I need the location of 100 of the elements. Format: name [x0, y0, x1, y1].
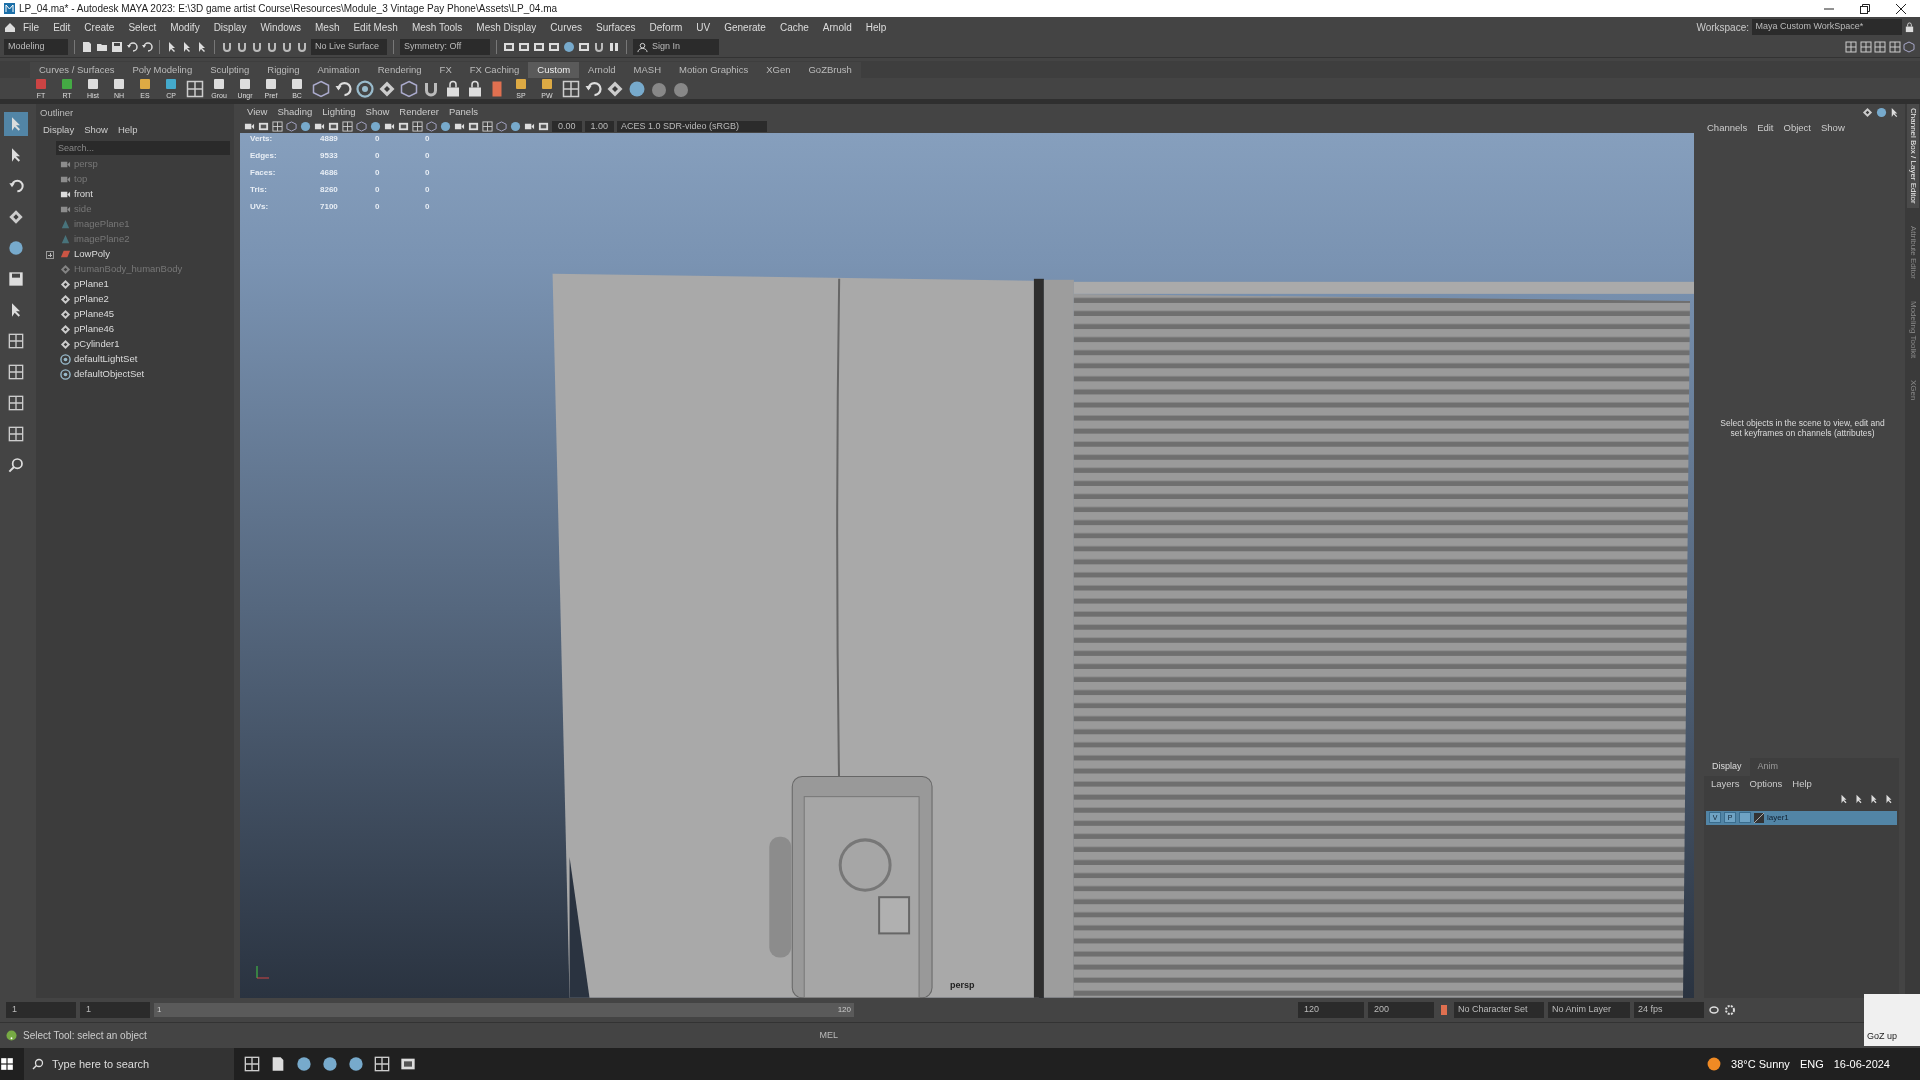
symmetry-dropdown[interactable]: Symmetry: Off: [400, 39, 490, 55]
render-icon[interactable]: [563, 41, 575, 53]
outliner-item[interactable]: LowPoly: [36, 246, 234, 262]
viewport-tool-icon[interactable]: [258, 121, 269, 133]
viewport-tool-icon[interactable]: [426, 121, 437, 133]
viewport-tool-icon[interactable]: [482, 121, 493, 133]
end-frame-field[interactable]: 200: [1368, 1002, 1434, 1018]
search-field[interactable]: Search...: [56, 140, 230, 155]
outliner-item[interactable]: pPlane1: [36, 276, 234, 292]
menu-item[interactable]: Options: [1744, 775, 1788, 792]
anim-layer-dropdown[interactable]: No Anim Layer: [1548, 1002, 1630, 1018]
outliner-item[interactable]: defaultLightSet: [36, 351, 234, 367]
expand-icon[interactable]: [46, 250, 54, 259]
layer-action-icon[interactable]: [1884, 794, 1894, 805]
tool-icon[interactable]: [444, 79, 462, 98]
menu-item[interactable]: Panels: [443, 104, 483, 121]
move-tool-icon[interactable]: [8, 209, 24, 225]
mode-dropdown[interactable]: Modeling: [4, 39, 68, 55]
viewport-tool-icon[interactable]: [496, 121, 507, 133]
viewport-tool-icon[interactable]: [328, 121, 339, 133]
menu-item[interactable]: Object: [1778, 120, 1816, 137]
shelf-tab[interactable]: FX: [430, 61, 461, 78]
outliner-item[interactable]: pPlane45: [36, 306, 234, 322]
redo-icon[interactable]: [141, 41, 153, 53]
tool-icon[interactable]: [466, 79, 484, 98]
menu-item[interactable]: View: [242, 104, 273, 121]
viewport-tool-icon[interactable]: [356, 121, 367, 133]
menu-item[interactable]: Edit Mesh: [346, 19, 405, 35]
menu-item[interactable]: Arnold: [815, 19, 859, 35]
menu-item[interactable]: Cache: [772, 19, 816, 35]
range-end-field[interactable]: 120: [1298, 1002, 1364, 1018]
tool-icon[interactable]: [584, 79, 602, 98]
viewport-tool-icon[interactable]: [398, 121, 409, 133]
viewport-tool-icon[interactable]: [272, 121, 283, 133]
taskbar-app-icon[interactable]: [322, 1056, 338, 1072]
shelf-tab[interactable]: Motion Graphics: [670, 61, 758, 78]
tool-icon[interactable]: [628, 79, 646, 98]
viewport-tool-icon[interactable]: [412, 121, 423, 133]
side-tab[interactable]: Channel Box / Layer Editor: [1906, 104, 1919, 208]
live-surface-field[interactable]: No Live Surface: [311, 39, 387, 55]
tool-icon[interactable]: [378, 79, 396, 98]
menu-item[interactable]: Modify: [163, 19, 207, 35]
range-slider-start[interactable]: 1: [157, 1004, 162, 1016]
shelf-tab[interactable]: GoZBrush: [799, 61, 861, 78]
shelf-tab[interactable]: Sculpting: [201, 61, 259, 78]
shelf-tab[interactable]: Rigging: [258, 61, 309, 78]
viewport-tool-icon[interactable]: [538, 121, 549, 133]
taskbar-app-icon[interactable]: [270, 1056, 286, 1072]
close-icon[interactable]: [1896, 3, 1906, 14]
outliner-layout-icon[interactable]: [8, 426, 24, 442]
viewport-tool-icon[interactable]: [342, 121, 353, 133]
shelf-tab[interactable]: Arnold: [579, 61, 625, 78]
taskbar-app-icon[interactable]: [348, 1056, 364, 1072]
panel-icon[interactable]: [1889, 106, 1900, 118]
outliner-item[interactable]: pPlane46: [36, 321, 234, 337]
snap-icon[interactable]: [251, 41, 263, 53]
select-mode-icon[interactable]: [196, 41, 208, 53]
layer-type-toggle[interactable]: [1739, 812, 1751, 824]
date-text[interactable]: 16-06-2024: [1833, 1055, 1890, 1073]
menu-item[interactable]: Edit: [46, 19, 78, 35]
select-mode-icon[interactable]: [181, 41, 193, 53]
taskbar-app-icon[interactable]: [374, 1056, 390, 1072]
menu-item[interactable]: Curves: [543, 19, 590, 35]
viewport-tool-icon[interactable]: [510, 121, 521, 133]
layer-tab[interactable]: Anim: [1749, 758, 1787, 776]
snap-icon[interactable]: [236, 41, 248, 53]
two-view-icon[interactable]: [8, 395, 24, 411]
tool-icon[interactable]: [334, 79, 352, 98]
shelf-tab[interactable]: Curves / Surfaces: [30, 61, 124, 78]
menu-item[interactable]: Mesh Display: [469, 19, 544, 35]
pause-icon[interactable]: [608, 41, 620, 53]
transform-icon[interactable]: [186, 79, 204, 98]
tool-icon[interactable]: [606, 79, 624, 98]
outliner-item[interactable]: front: [36, 186, 234, 202]
taskbar-app-icon[interactable]: [244, 1056, 260, 1072]
command-type-button[interactable]: MEL: [813, 1027, 844, 1044]
menu-item[interactable]: Layers: [1706, 775, 1745, 792]
settings-icon[interactable]: [1724, 1004, 1736, 1016]
panel-icon[interactable]: [1862, 106, 1873, 118]
menu-item[interactable]: Create: [77, 19, 122, 35]
menu-item[interactable]: Show: [79, 122, 113, 139]
folder-icon[interactable]: [96, 41, 108, 53]
menu-item[interactable]: Deform: [642, 19, 690, 35]
shelf-tab[interactable]: Poly Modeling: [123, 61, 202, 78]
tool-icon[interactable]: [562, 79, 580, 98]
restore-icon[interactable]: [1860, 3, 1870, 14]
outliner-item[interactable]: pCylinder1: [36, 336, 234, 352]
menu-item[interactable]: Display: [38, 122, 80, 139]
undo-icon[interactable]: [126, 41, 138, 53]
language-indicator[interactable]: ENG: [1799, 1055, 1824, 1073]
start-frame-field[interactable]: 1: [6, 1002, 76, 1018]
character-set-dropdown[interactable]: No Character Set: [1454, 1002, 1544, 1018]
menu-item[interactable]: Channels: [1702, 120, 1753, 137]
start-icon[interactable]: [0, 1057, 14, 1071]
select-mode-icon[interactable]: [166, 41, 178, 53]
snap-icon[interactable]: [221, 41, 233, 53]
four-view-icon[interactable]: [8, 364, 24, 380]
menu-item[interactable]: File: [16, 19, 47, 35]
menu-item[interactable]: Renderer: [394, 104, 444, 121]
snap-icon[interactable]: [281, 41, 293, 53]
